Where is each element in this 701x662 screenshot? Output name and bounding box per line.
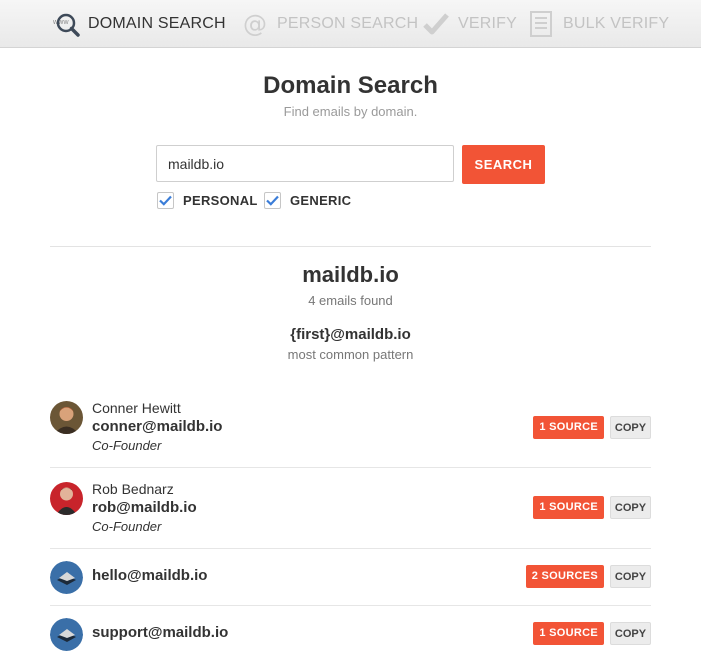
- nav-person-search-label: PERSON SEARCH: [277, 14, 419, 32]
- contact-role: Co-Founder: [92, 519, 162, 534]
- svg-text:www: www: [52, 19, 70, 26]
- copy-button[interactable]: COPY: [610, 496, 651, 519]
- personal-checkbox-label: PERSONAL: [183, 193, 258, 208]
- result-domain: maildb.io: [302, 262, 399, 287]
- sources-badge[interactable]: 2 SOURCES: [525, 565, 604, 588]
- document-list-icon: [527, 10, 555, 38]
- avatar: [50, 482, 83, 515]
- copy-button[interactable]: COPY: [610, 416, 651, 439]
- page-title: Domain Search: [263, 72, 438, 99]
- sources-badge[interactable]: 1 SOURCE: [533, 622, 604, 645]
- page-subtitle: Find emails by domain.: [283, 104, 418, 119]
- contact-name: Conner Hewitt: [92, 400, 181, 416]
- nav-verify-label: VERIFY: [458, 14, 517, 32]
- pattern-caption: most common pattern: [287, 347, 414, 362]
- sources-badge[interactable]: 1 SOURCE: [533, 496, 604, 519]
- result-row: Conner Hewitt conner@maildb.io Co-Founde…: [50, 388, 651, 468]
- nav-person-search[interactable]: @ PERSON SEARCH: [241, 0, 418, 47]
- section-divider: [50, 246, 651, 247]
- avatar: [50, 401, 83, 434]
- generic-checkbox[interactable]: GENERIC: [264, 192, 351, 209]
- nav-domain-search-label: DOMAIN SEARCH: [88, 14, 226, 32]
- www-magnifier-icon: www: [52, 10, 80, 38]
- result-row: support@maildb.io 1 SOURCE COPY: [50, 606, 651, 662]
- checkbox-checked-icon[interactable]: [157, 192, 174, 209]
- contact-email: hello@maildb.io: [92, 567, 208, 584]
- at-sign-icon: @: [241, 10, 269, 38]
- contact-email: rob@maildb.io: [92, 499, 197, 516]
- nav-domain-search[interactable]: www DOMAIN SEARCH: [52, 0, 226, 47]
- contact-role: Co-Founder: [92, 438, 162, 453]
- sources-badge[interactable]: 1 SOURCE: [533, 416, 604, 439]
- copy-button[interactable]: COPY: [610, 622, 651, 645]
- email-pattern: {first}@maildb.io: [290, 326, 411, 343]
- nav-bulk-verify[interactable]: BULK VERIFY: [527, 0, 669, 47]
- copy-button[interactable]: COPY: [610, 565, 651, 588]
- svg-text:@: @: [243, 11, 267, 37]
- domain-search-input[interactable]: [156, 145, 454, 182]
- nav-bulk-verify-label: BULK VERIFY: [563, 14, 670, 32]
- personal-checkbox[interactable]: PERSONAL: [157, 192, 258, 209]
- nav-verify[interactable]: VERIFY: [422, 0, 517, 47]
- contact-email: conner@maildb.io: [92, 418, 223, 435]
- top-nav: www DOMAIN SEARCH @ PERSON SEARCH VERIFY…: [0, 0, 701, 48]
- contact-name: Rob Bednarz: [92, 481, 174, 497]
- checkbox-checked-icon[interactable]: [264, 192, 281, 209]
- result-row: hello@maildb.io 2 SOURCES COPY: [50, 549, 651, 606]
- generic-email-avatar: [50, 618, 83, 651]
- checkmark-icon: [422, 10, 450, 38]
- contact-email: support@maildb.io: [92, 624, 229, 641]
- search-button[interactable]: SEARCH: [462, 145, 545, 184]
- generic-checkbox-label: GENERIC: [290, 193, 352, 208]
- emails-found-count: 4 emails found: [308, 293, 393, 308]
- generic-email-avatar: [50, 561, 83, 594]
- result-row: Rob Bednarz rob@maildb.io Co-Founder 1 S…: [50, 468, 651, 549]
